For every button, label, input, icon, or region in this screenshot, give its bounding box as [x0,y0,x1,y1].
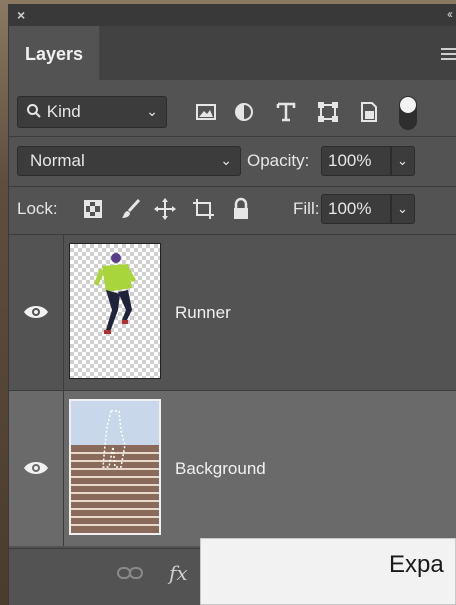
panel-tab-row: Layers [9,26,456,80]
panel-menu-icon[interactable] [441,48,456,60]
tab-layers[interactable]: Layers [9,26,99,80]
blend-mode-select[interactable]: Normal ⌄ [17,146,241,176]
layer-row-runner[interactable]: Runner [9,235,456,390]
kind-filter-select[interactable]: Kind ⌄ [17,96,167,128]
eye-icon[interactable] [23,303,49,321]
stairs-photo-icon [71,401,159,533]
runner-figure-icon [94,253,136,334]
shape-filter-icon[interactable] [315,100,341,124]
layer-thumbnail[interactable] [69,399,161,535]
layer-thumbnail[interactable] [69,243,161,379]
kind-filter-label: Kind [46,102,81,121]
blend-row: Normal ⌄ Opacity: 100% ⌄ [17,146,456,178]
eye-icon[interactable] [23,459,49,477]
lock-row: Lock: Fill: 100% ⌄ [17,194,456,226]
chevron-down-icon: ⌄ [146,103,158,119]
lock-artboard-icon[interactable] [191,197,215,221]
lock-transparent-pixels-icon[interactable] [81,197,105,221]
fill-input[interactable]: 100% [321,194,391,224]
lock-position-icon[interactable] [153,197,177,221]
link-layers-icon[interactable] [117,565,143,581]
pixel-filter-icon[interactable] [193,100,219,124]
close-panel-button[interactable]: × [17,7,25,23]
lock-image-pixels-icon[interactable] [119,197,143,221]
panel-titlebar: × ‹‹ [9,4,456,26]
adjustment-filter-icon[interactable] [231,100,257,124]
opacity-label: Opacity: [247,151,310,170]
layer-name[interactable]: Background [175,459,266,479]
layer-filter-row: Kind ⌄ [17,96,456,130]
filter-toggle-switch[interactable] [399,96,417,130]
opacity-dropdown-button[interactable]: ⌄ [391,146,415,176]
layer-style-fx-button[interactable]: fx [169,561,188,585]
fill-dropdown-button[interactable]: ⌄ [391,194,415,224]
layer-row-background[interactable]: Background [9,391,456,546]
type-filter-icon[interactable] [273,100,299,124]
divider [63,391,64,546]
collapse-panel-button[interactable]: ‹‹ [447,7,453,21]
chevron-down-icon: ⌄ [397,201,408,216]
opacity-input[interactable]: 100% [321,146,391,176]
blend-mode-value: Normal [30,151,85,170]
smart-object-filter-icon[interactable] [355,100,381,124]
chevron-down-icon: ⌄ [397,153,408,168]
search-icon [27,104,41,118]
divider [63,235,64,390]
fill-label: Fill: [293,199,320,218]
divider [9,136,456,137]
chevron-down-icon: ⌄ [220,152,232,168]
layers-panel: × ‹‹ Layers Kind ⌄ Normal ⌄ Opacity: 100… [8,4,456,605]
lock-all-icon[interactable] [229,197,253,221]
divider [9,186,456,187]
tooltip: Expa [200,538,456,605]
layer-name[interactable]: Runner [175,303,231,323]
lock-label: Lock: [17,199,58,218]
